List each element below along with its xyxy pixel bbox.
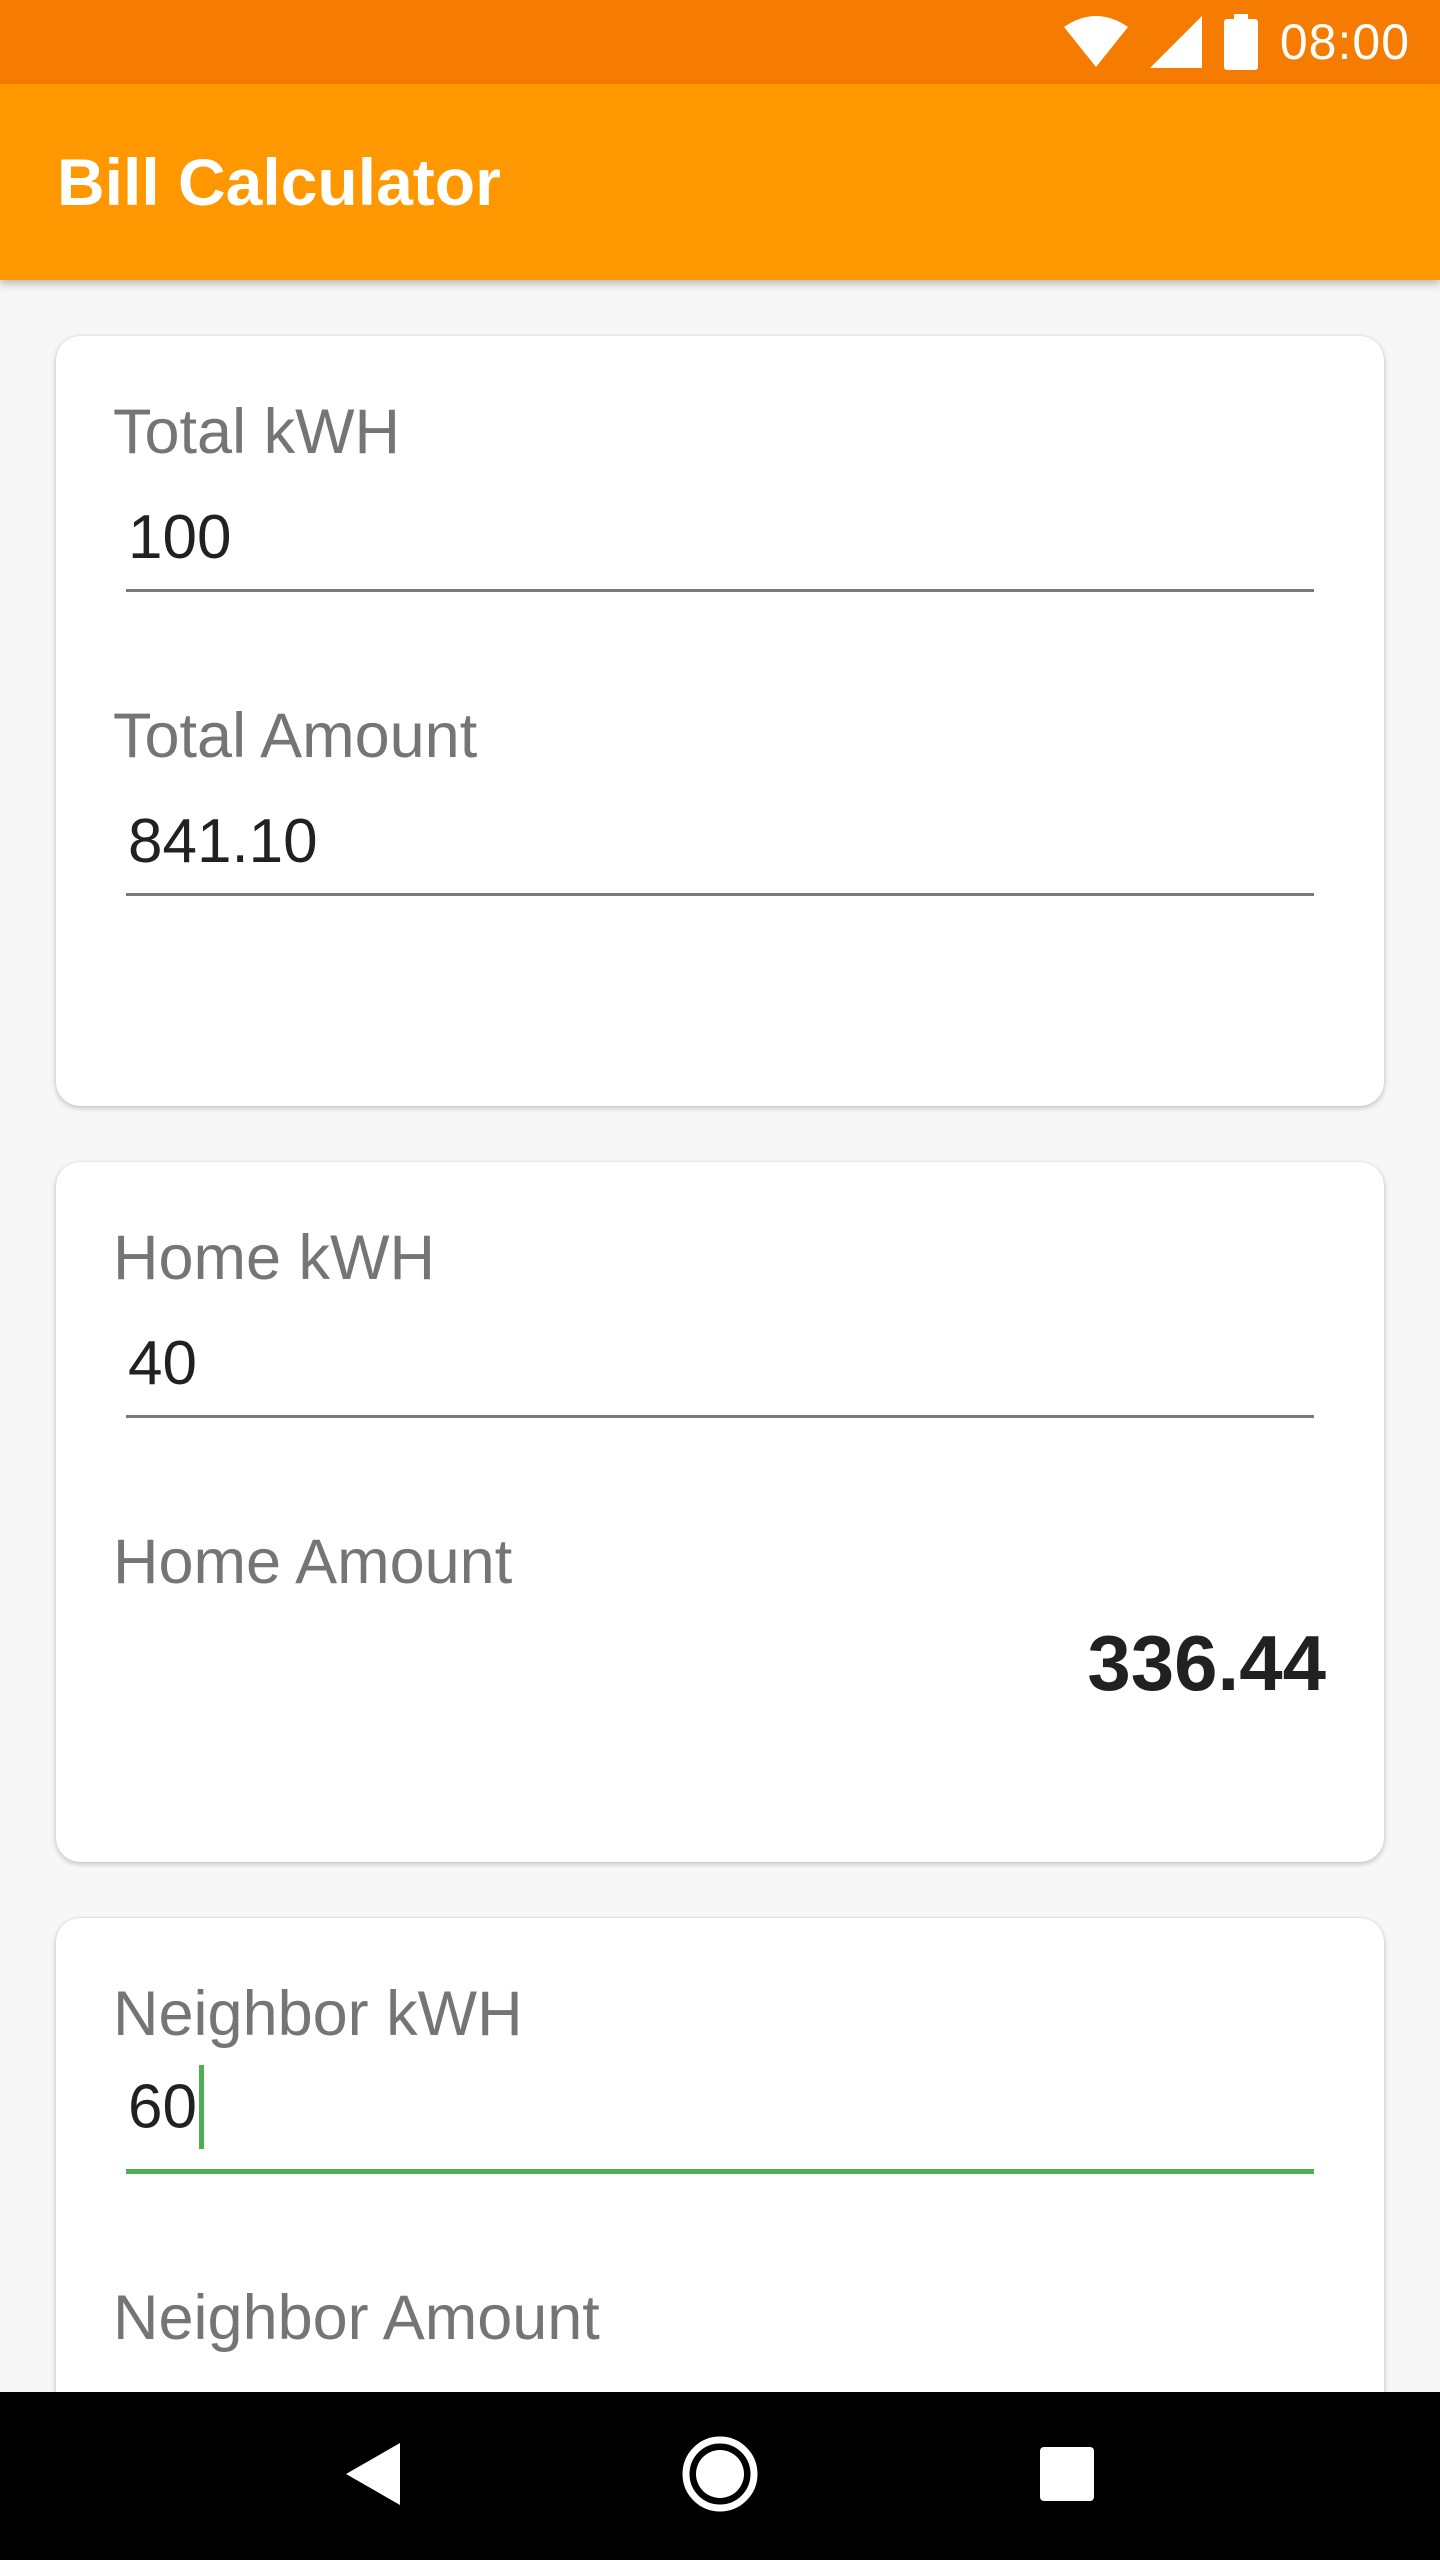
home-kwh-input[interactable]: 40 — [126, 1298, 1314, 1418]
battery-icon — [1223, 14, 1258, 70]
home-amount-label: Home Amount — [113, 1527, 513, 1597]
total-amount-input[interactable]: 841.10 — [126, 776, 1314, 896]
status-bar: 08:00 — [0, 0, 1440, 84]
back-icon — [346, 2442, 401, 2510]
back-button[interactable] — [313, 2416, 433, 2536]
home-kwh-value: 40 — [128, 1329, 197, 1398]
neighbor-kwh-value-wrap: 60 — [70, 2065, 204, 2169]
neighbor-card: Neighbor kWH 60 Neighbor Amount — [56, 1918, 1384, 2392]
neighbor-amount-label: Neighbor Amount — [113, 2283, 600, 2353]
total-card: Total kWH 100 Total Amount 841.10 — [56, 336, 1384, 1106]
home-card: Home kWH 40 Home Amount 336.44 — [56, 1162, 1384, 1862]
app-title: Bill Calculator — [57, 145, 501, 219]
total-kwh-input[interactable]: 100 — [126, 472, 1314, 592]
cellular-signal-icon — [1149, 16, 1202, 68]
recents-button[interactable] — [1007, 2416, 1127, 2536]
screen: 08:00 Bill Calculator Total kWH 100 Tota… — [0, 0, 1440, 2560]
home-kwh-label: Home kWH — [113, 1223, 436, 1293]
app-bar: Bill Calculator — [0, 84, 1440, 280]
home-button[interactable] — [660, 2416, 780, 2536]
content-scroll[interactable]: Total kWH 100 Total Amount 841.10 Home k… — [0, 280, 1440, 2392]
wifi-icon — [1063, 15, 1128, 69]
neighbor-kwh-label: Neighbor kWH — [113, 1979, 523, 2049]
total-amount-value: 841.10 — [128, 807, 318, 876]
status-time: 08:00 — [1279, 14, 1410, 70]
neighbor-kwh-input[interactable]: 60 — [126, 2054, 1314, 2174]
home-amount-value: 336.44 — [1087, 1619, 1326, 1707]
neighbor-kwh-value: 60 — [128, 2072, 197, 2142]
total-amount-label: Total Amount — [113, 701, 478, 771]
total-kwh-value: 100 — [128, 503, 232, 572]
text-cursor — [198, 2065, 204, 2149]
total-kwh-label: Total kWH — [113, 397, 401, 467]
navigation-bar — [0, 2392, 1440, 2560]
home-icon — [680, 2434, 760, 2519]
recents-icon — [1039, 2446, 1094, 2506]
